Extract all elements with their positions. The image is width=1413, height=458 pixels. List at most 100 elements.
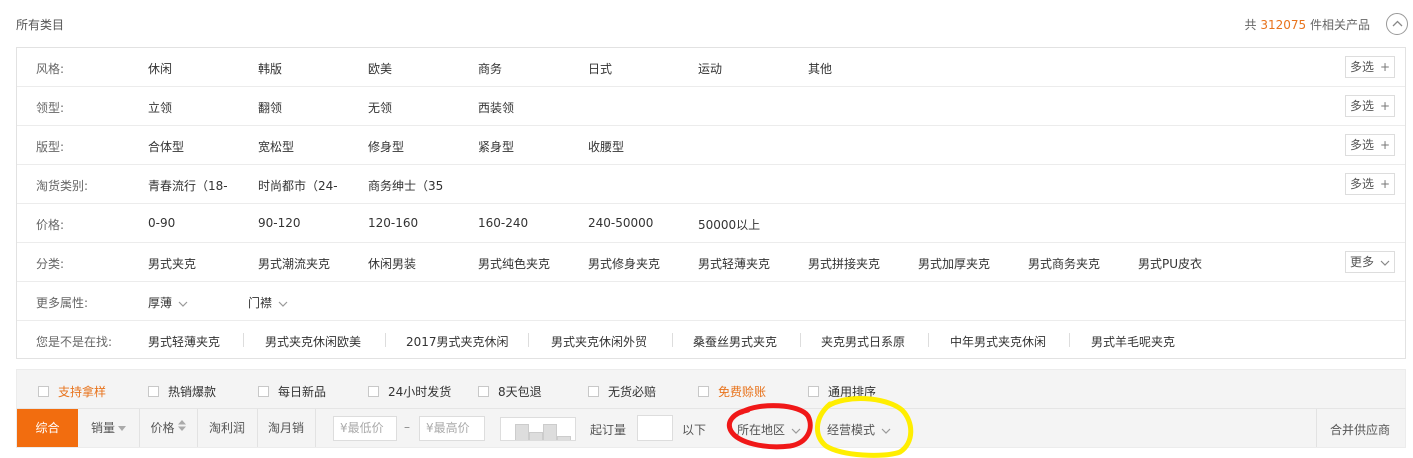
sort-monthly-sales-tab[interactable]: 淘月销 [257,409,315,447]
filter-option[interactable]: 欧美 [368,60,392,77]
suggestion-link[interactable]: 男式羊毛呢夹克 [1091,333,1175,350]
multi-select-label: 多选 [1350,177,1375,191]
suggestion-link[interactable]: 男式轻薄夹克 [148,333,220,350]
suggestion-link[interactable]: 2017男式夹克休闲 [406,333,509,350]
filter-option[interactable]: 修身型 [368,138,404,155]
filter-option[interactable]: 休闲男装 [368,255,416,272]
dropdown-placket[interactable]: 门襟 [248,294,288,311]
plus-icon: + [1379,177,1390,191]
price-histogram-icon[interactable] [500,417,576,441]
suggestion-link[interactable]: 男式夹克休闲欧美 [265,333,361,350]
checkbox-free-credit[interactable]: 免费赊账 [698,383,766,400]
suggestion-link[interactable]: 中年男式夹克休闲 [950,333,1046,350]
multi-select-button[interactable]: 多选 + [1345,173,1395,195]
suggestion-link[interactable]: 男式夹克休闲外贸 [551,333,647,350]
filter-option[interactable]: 其他 [808,60,832,77]
filter-option[interactable]: 日式 [588,60,612,77]
filter-option[interactable]: 90-120 [258,216,301,230]
checkbox-box[interactable] [368,386,379,397]
filter-option[interactable]: 男式轻薄夹克 [698,255,770,272]
filter-option[interactable]: 翻领 [258,99,282,116]
filter-label: 分类: [36,257,65,271]
collapse-chevron-up-icon[interactable] [1386,13,1408,35]
checkbox-sample-support[interactable]: 支持拿样 [38,383,106,400]
results-header: 所有类目 共 312075 件相关产品 [16,0,1408,48]
chevron-down-icon [1380,252,1390,272]
checkbox-box[interactable] [148,386,159,397]
breadcrumb-all-categories[interactable]: 所有类目 [16,16,64,33]
filter-option[interactable]: 男式拼接夹克 [808,255,880,272]
filter-option[interactable]: 男式修身夹克 [588,255,660,272]
dropdown-label: 厚薄 [148,296,173,310]
filter-option[interactable]: 男式加厚夹克 [918,255,990,272]
filter-option[interactable]: 男式商务夹克 [1028,255,1100,272]
filter-option[interactable]: 运动 [698,60,722,77]
filter-option[interactable]: 男式纯色夹克 [478,255,550,272]
divider [528,333,529,347]
business-mode-dropdown[interactable]: 经营模式 [827,421,891,438]
checkbox-box[interactable] [38,386,49,397]
filter-row-category-type: 淘货类别: 青春流行（18- 时尚都市（24- 商务绅士（35 多选 + [17,165,1405,204]
filter-option[interactable]: 合体型 [148,138,184,155]
sort-profit-tab[interactable]: 淘利润 [197,409,257,447]
filter-option[interactable]: 120-160 [368,216,418,230]
more-button[interactable]: 更多 [1345,251,1395,273]
checkbox-out-of-stock-comp[interactable]: 无货必赔 [588,383,656,400]
filter-option[interactable]: 无领 [368,99,392,116]
moq-input[interactable] [637,415,673,441]
filter-option[interactable]: 男式PU皮衣 [1138,255,1202,272]
checkbox-box[interactable] [808,386,819,397]
min-price-input[interactable]: ¥最低价 [333,416,397,441]
filter-option[interactable]: 立领 [148,99,172,116]
multi-select-button[interactable]: 多选 + [1345,134,1395,156]
filter-option[interactable]: 西装领 [478,99,514,116]
filter-option[interactable]: 紧身型 [478,138,514,155]
sort-sales-tab[interactable]: 销量 [78,409,139,447]
multi-select-button[interactable]: 多选 + [1345,56,1395,78]
divider [385,333,386,347]
filter-option[interactable]: 时尚都市（24- [258,177,338,194]
filter-option[interactable]: 商务 [478,60,502,77]
checkbox-daily-new[interactable]: 每日新品 [258,383,326,400]
filter-option[interactable]: 0-90 [148,216,175,230]
multi-select-button[interactable]: 多选 + [1345,95,1395,117]
dropdown-thickness[interactable]: 厚薄 [148,294,188,311]
checkbox-box[interactable] [258,386,269,397]
sort-default-tab[interactable]: 综合 [17,409,78,447]
filter-label: 风格: [36,62,65,76]
sort-label: 销量 [90,421,115,435]
region-dropdown[interactable]: 所在地区 [737,421,801,438]
multi-select-label: 多选 [1350,99,1375,113]
checkbox-box[interactable] [698,386,709,397]
filter-option[interactable]: 收腰型 [588,138,624,155]
checkbox-label: 无货必赔 [608,385,657,399]
checkbox-box[interactable] [588,386,599,397]
filter-option[interactable]: 160-240 [478,216,528,230]
filter-option[interactable]: 男式夹克 [148,255,196,272]
sort-price-tab[interactable]: 价格 [139,409,197,447]
checkbox-label: 热销爆款 [168,385,217,399]
filter-option[interactable]: 240-50000 [588,216,653,230]
filter-option[interactable]: 青春流行（18- [148,177,228,194]
filter-label: 价格: [36,218,65,232]
filter-option[interactable]: 韩版 [258,60,282,77]
checkbox-8day-return[interactable]: 8天包退 [478,383,542,400]
filter-row-price: 价格: 0-90 90-120 120-160 160-240 240-5000… [17,204,1405,243]
filter-option[interactable]: 50000以上 [698,216,760,233]
filter-label: 版型: [36,140,65,154]
filter-option[interactable]: 宽松型 [258,138,294,155]
checkbox-hot-sale[interactable]: 热销爆款 [148,383,216,400]
suggestion-link[interactable]: 桑蚕丝男式夹克 [693,333,777,350]
multi-select-label: 多选 [1350,138,1375,152]
max-price-input[interactable]: ¥最高价 [419,416,485,441]
suggestion-link[interactable]: 夹克男式日系原 [821,333,905,350]
filter-option[interactable]: 商务绅士（35 [368,177,443,194]
chevron-down-icon [881,428,891,434]
checkbox-box[interactable] [478,386,489,397]
merge-suppliers-button[interactable]: 合并供应商 [1330,421,1390,438]
checkbox-general-sort[interactable]: 通用排序 [808,383,876,400]
filter-option[interactable]: 男式潮流夹克 [258,255,330,272]
filter-row-more-attributes: 更多属性: 厚薄 门襟 [17,282,1405,321]
filter-option[interactable]: 休闲 [148,60,172,77]
checkbox-24h-ship[interactable]: 24小时发货 [368,383,451,400]
